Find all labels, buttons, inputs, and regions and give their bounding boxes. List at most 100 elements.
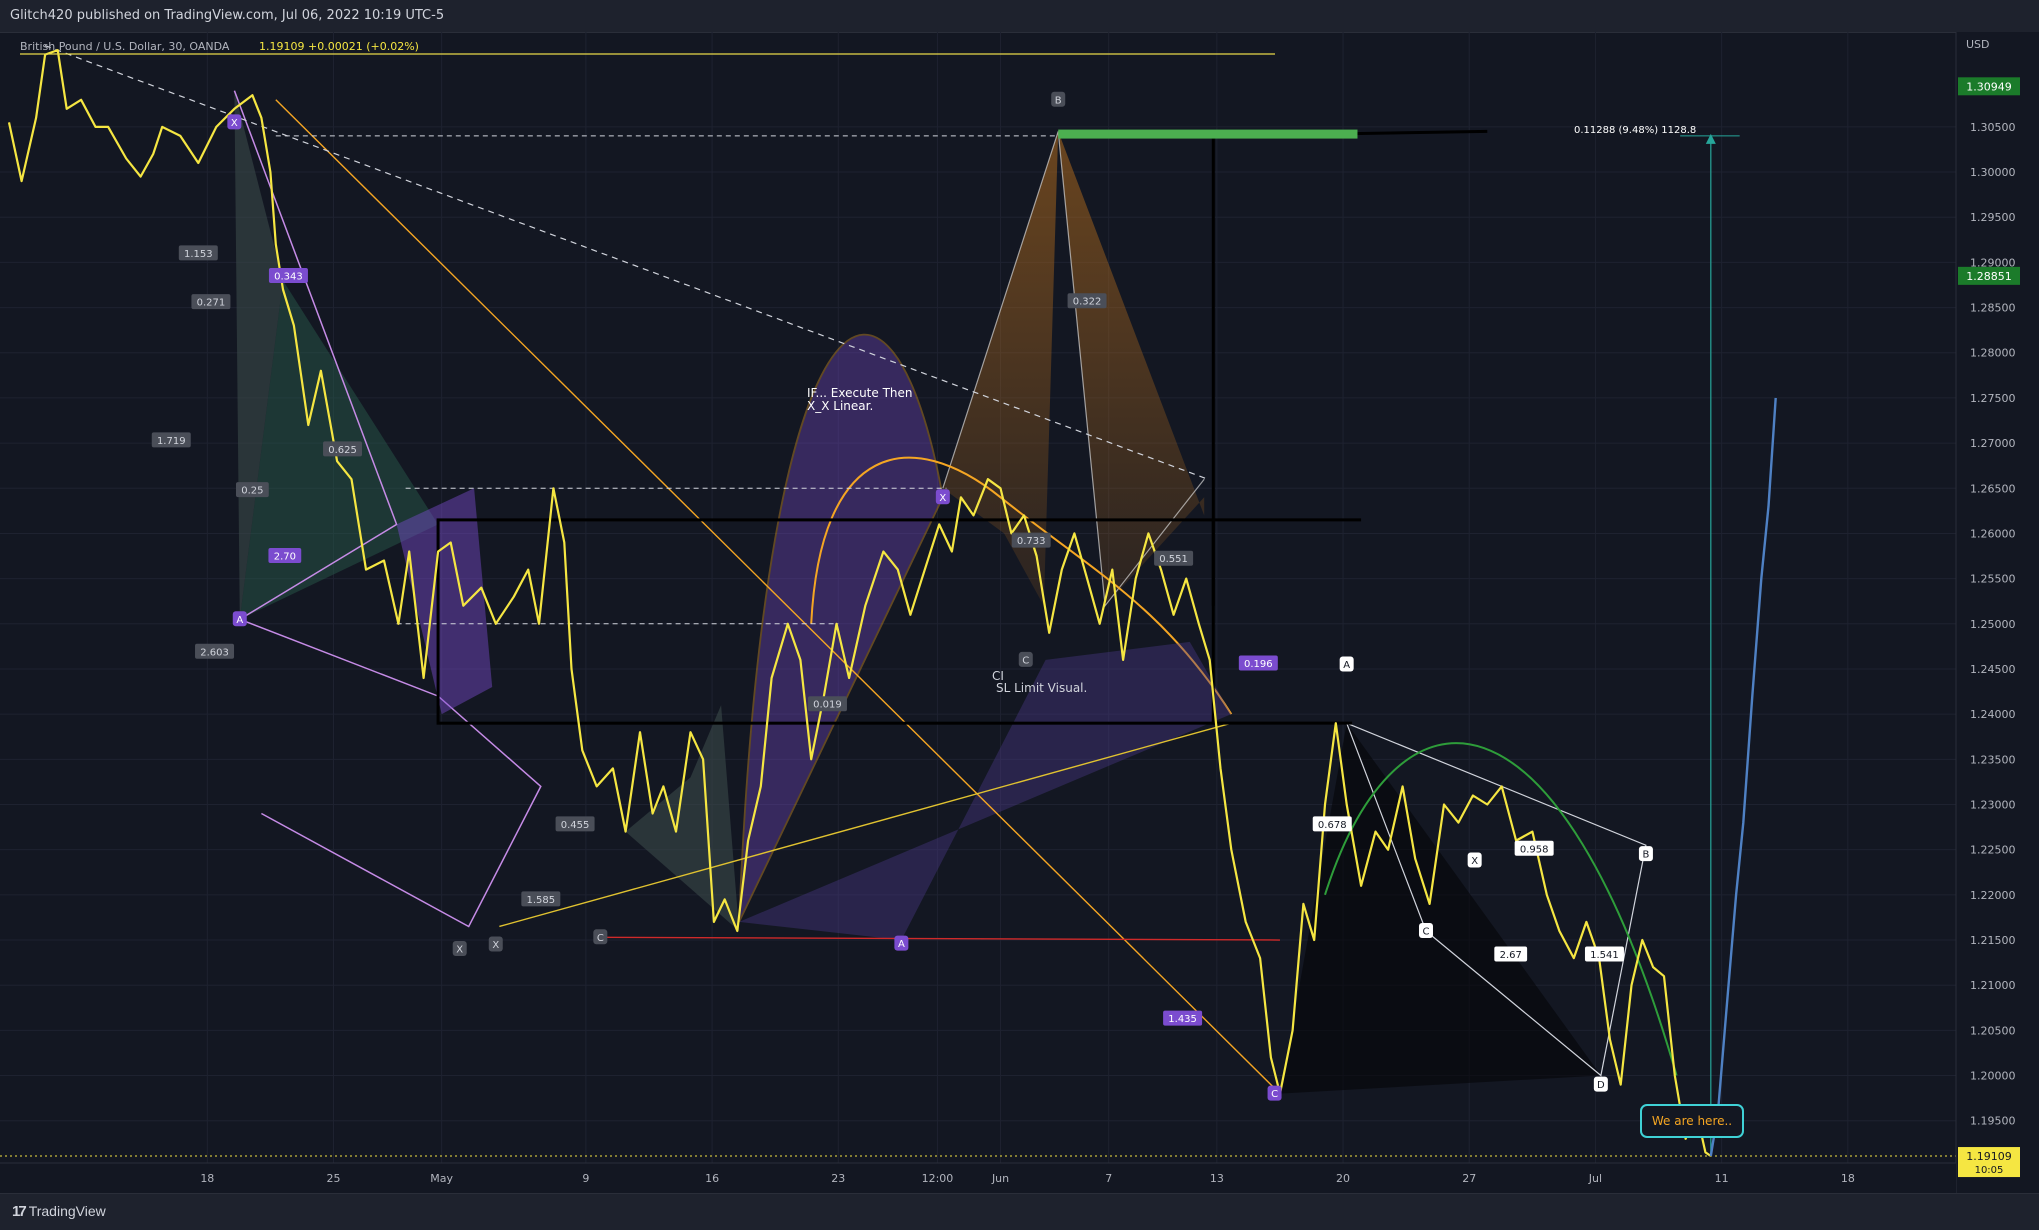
point-label-13: D [1597,1080,1605,1091]
current-price-label: 1.19109 [1966,1150,2012,1163]
ratio-label-10: 0.019 [813,700,842,711]
point-label-12: X [1471,856,1478,867]
price-tick-18: 1.21500 [1970,934,2016,947]
time-tick-2: May [430,1172,453,1185]
price-tick-2: 1.29500 [1970,211,2016,224]
price-axis-currency: USD [1966,38,1990,51]
time-tick-7: Jun [991,1172,1009,1185]
price-axis-bg [1956,32,2039,1193]
ratio-label-9: 1.585 [527,895,556,906]
point-label-4: C [1022,655,1029,666]
price-tick-7: 1.27000 [1970,437,2016,450]
point-label-1: A [236,615,243,626]
ratio-label-0: 0.343 [274,271,303,282]
price-axis[interactable]: USD1.305001.300001.295001.290001.285001.… [1955,32,2039,1193]
publish-line: Glitch420 published on TradingView.com, … [10,8,445,23]
we-are-here-callout: We are here.. [1640,1104,1744,1138]
ratio-label-4: 0.625 [328,445,357,456]
chart-legend: British Pound / U.S. Dollar, 30, OANDA 1… [20,40,1275,55]
sl-limit-note: SL Limit Visual. [996,681,1087,695]
point-label-6: C [597,933,604,944]
ratio-label-13: 0.322 [1073,297,1102,308]
price-tick-0: 1.30500 [1970,121,2016,134]
time-tick-9: 13 [1210,1172,1224,1185]
time-tick-11: 27 [1462,1172,1476,1185]
legend-price: 1.19109 [259,40,305,53]
point-label-0: X [231,118,238,129]
price-tick-21: 1.20000 [1970,1070,2016,1083]
time-axis[interactable]: 18 25 May 9 16 23 12:00 Jun 7 13 20 27 Jul 11 18 [0,1162,1956,1193]
time-tick-14: 18 [1841,1172,1855,1185]
point-label-3: X [939,493,946,504]
header-bar: Glitch420 published on TradingView.com, … [0,0,2039,33]
price-tick-17: 1.22000 [1970,889,2016,902]
time-tick-8: 7 [1105,1172,1112,1185]
price-tick-4: 1.28500 [1970,302,2016,315]
price-tick-9: 1.26000 [1970,527,2016,540]
price-tick-6: 1.27500 [1970,392,2016,405]
ratio-label-19: 1.541 [1590,950,1619,961]
price-tick-5: 1.28000 [1970,347,2016,360]
time-tick-0: 18 [200,1172,214,1185]
price-tick-14: 1.23500 [1970,753,2016,766]
price-tick-12: 1.24500 [1970,663,2016,676]
time-tick-10: 20 [1336,1172,1350,1185]
point-label-10: A [1343,660,1350,671]
price-tick-20: 1.20500 [1970,1024,2016,1037]
price-tick-16: 1.22500 [1970,844,2016,857]
ratio-label-8: 0.455 [561,820,590,831]
point-label-2: B [1055,95,1062,106]
price-tick-15: 1.23000 [1970,798,2016,811]
chart-canvas[interactable]: 0.343 0.271 1.153 1.719 0.625 0.25 2.70 2.603 0.… [0,32,2039,1193]
point-label-9: C [1271,1089,1278,1100]
price-tick-22: 1.19500 [1970,1115,2016,1128]
legend-change: +0.00021 (+0.02%) [308,40,419,53]
gray-cluster-fill [625,705,740,931]
ratio-label-17: 0.958 [1520,844,1549,855]
grid [0,32,1956,1193]
tradingview-logo[interactable]: 17 TradingView [12,1203,106,1220]
projection-series-line [1709,397,1777,1157]
time-tick-3: 9 [582,1172,589,1185]
legend-symbol: British Pound / U.S. Dollar, 30, OANDA [20,40,230,53]
ratio-label-1: 0.271 [197,298,226,309]
price-tick-11: 1.25000 [1970,618,2016,631]
time-tick-13: 11 [1715,1172,1729,1185]
footer-bar: 17 TradingView [0,1193,2039,1230]
price-tick-8: 1.26500 [1970,482,2016,495]
price-label-1: 1.28851 [1966,270,2012,283]
tradingview-logo-icon: 17 [12,1203,27,1220]
ratio-label-3: 1.719 [157,436,186,447]
point-label-8: X [492,940,499,951]
current-price-countdown: 10:05 [1975,1165,2004,1176]
price-label-0: 1.30949 [1966,80,2012,93]
ratio-label-11: 0.733 [1017,536,1046,547]
pattern-drawings [0,44,1956,1166]
we-are-here-text: We are here.. [1652,1114,1732,1128]
ratio-label-16: 0.678 [1318,820,1347,831]
price-tick-10: 1.25500 [1970,573,2016,586]
ratio-label-6: 2.70 [274,552,296,563]
time-tick-1: 25 [327,1172,341,1185]
time-tick-5: 23 [831,1172,845,1185]
price-tick-1: 1.30000 [1970,166,2016,179]
time-tick-6: 12:00 [922,1172,954,1185]
ratio-label-15: 1.435 [1168,1014,1197,1025]
point-label-5: A [898,939,905,950]
ratio-label-12: 0.551 [1159,554,1188,565]
point-label-7: X [456,945,463,956]
green-target-bar [1058,129,1358,139]
price-tick-19: 1.21000 [1970,979,2016,992]
black-bracket [1211,129,1488,606]
if-execute-line1: IF... Execute Then [807,386,913,400]
ratio-label-2: 1.153 [184,249,213,260]
target-measure: 0.11288 (9.48%) 1128.8 [1574,125,1696,136]
time-tick-12: Jul [1588,1172,1602,1185]
purple-block-fill [396,488,493,715]
if-execute-line2: X_X Linear. [807,399,873,413]
ratio-label-14: 0.196 [1244,659,1273,670]
ratio-label-7: 2.603 [200,647,229,658]
time-tick-4: 16 [705,1172,719,1185]
ratio-label-18: 2.67 [1500,950,1522,961]
price-tick-13: 1.24000 [1970,708,2016,721]
